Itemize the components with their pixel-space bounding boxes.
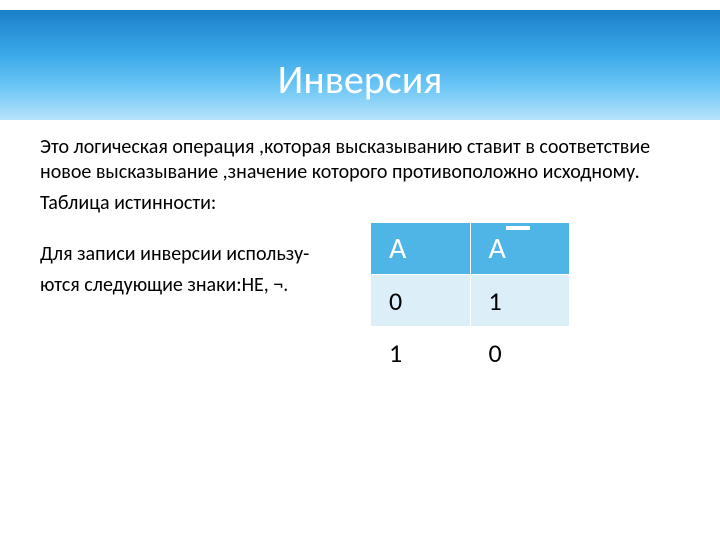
truth-table: A A 0 1 1 0: [370, 222, 570, 379]
overline-icon: [506, 226, 530, 230]
table-header-row: A A: [371, 223, 570, 275]
notation-line-1: Для записи инверсии использу-: [40, 242, 680, 267]
notation-line-2: ются следующие знаки:НЕ, ¬.: [40, 273, 680, 298]
header-not-a: A: [470, 223, 570, 275]
cell-a: 0: [371, 275, 471, 327]
cell-not-a: 1: [470, 275, 570, 327]
cell-a: 1: [371, 327, 471, 379]
cell-not-a: 0: [470, 327, 570, 379]
table-label: Таблица истинности:: [40, 191, 680, 216]
definition-text: Это логическая операция ,которая высказы…: [40, 135, 680, 185]
table-row: 0 1: [371, 275, 570, 327]
page-title: Инверсия: [0, 55, 720, 104]
header-not-a-base: A: [489, 230, 506, 267]
header-a: A: [371, 223, 471, 275]
table-row: 1 0: [371, 327, 570, 379]
content-block: Это логическая операция ,которая высказы…: [40, 135, 680, 304]
